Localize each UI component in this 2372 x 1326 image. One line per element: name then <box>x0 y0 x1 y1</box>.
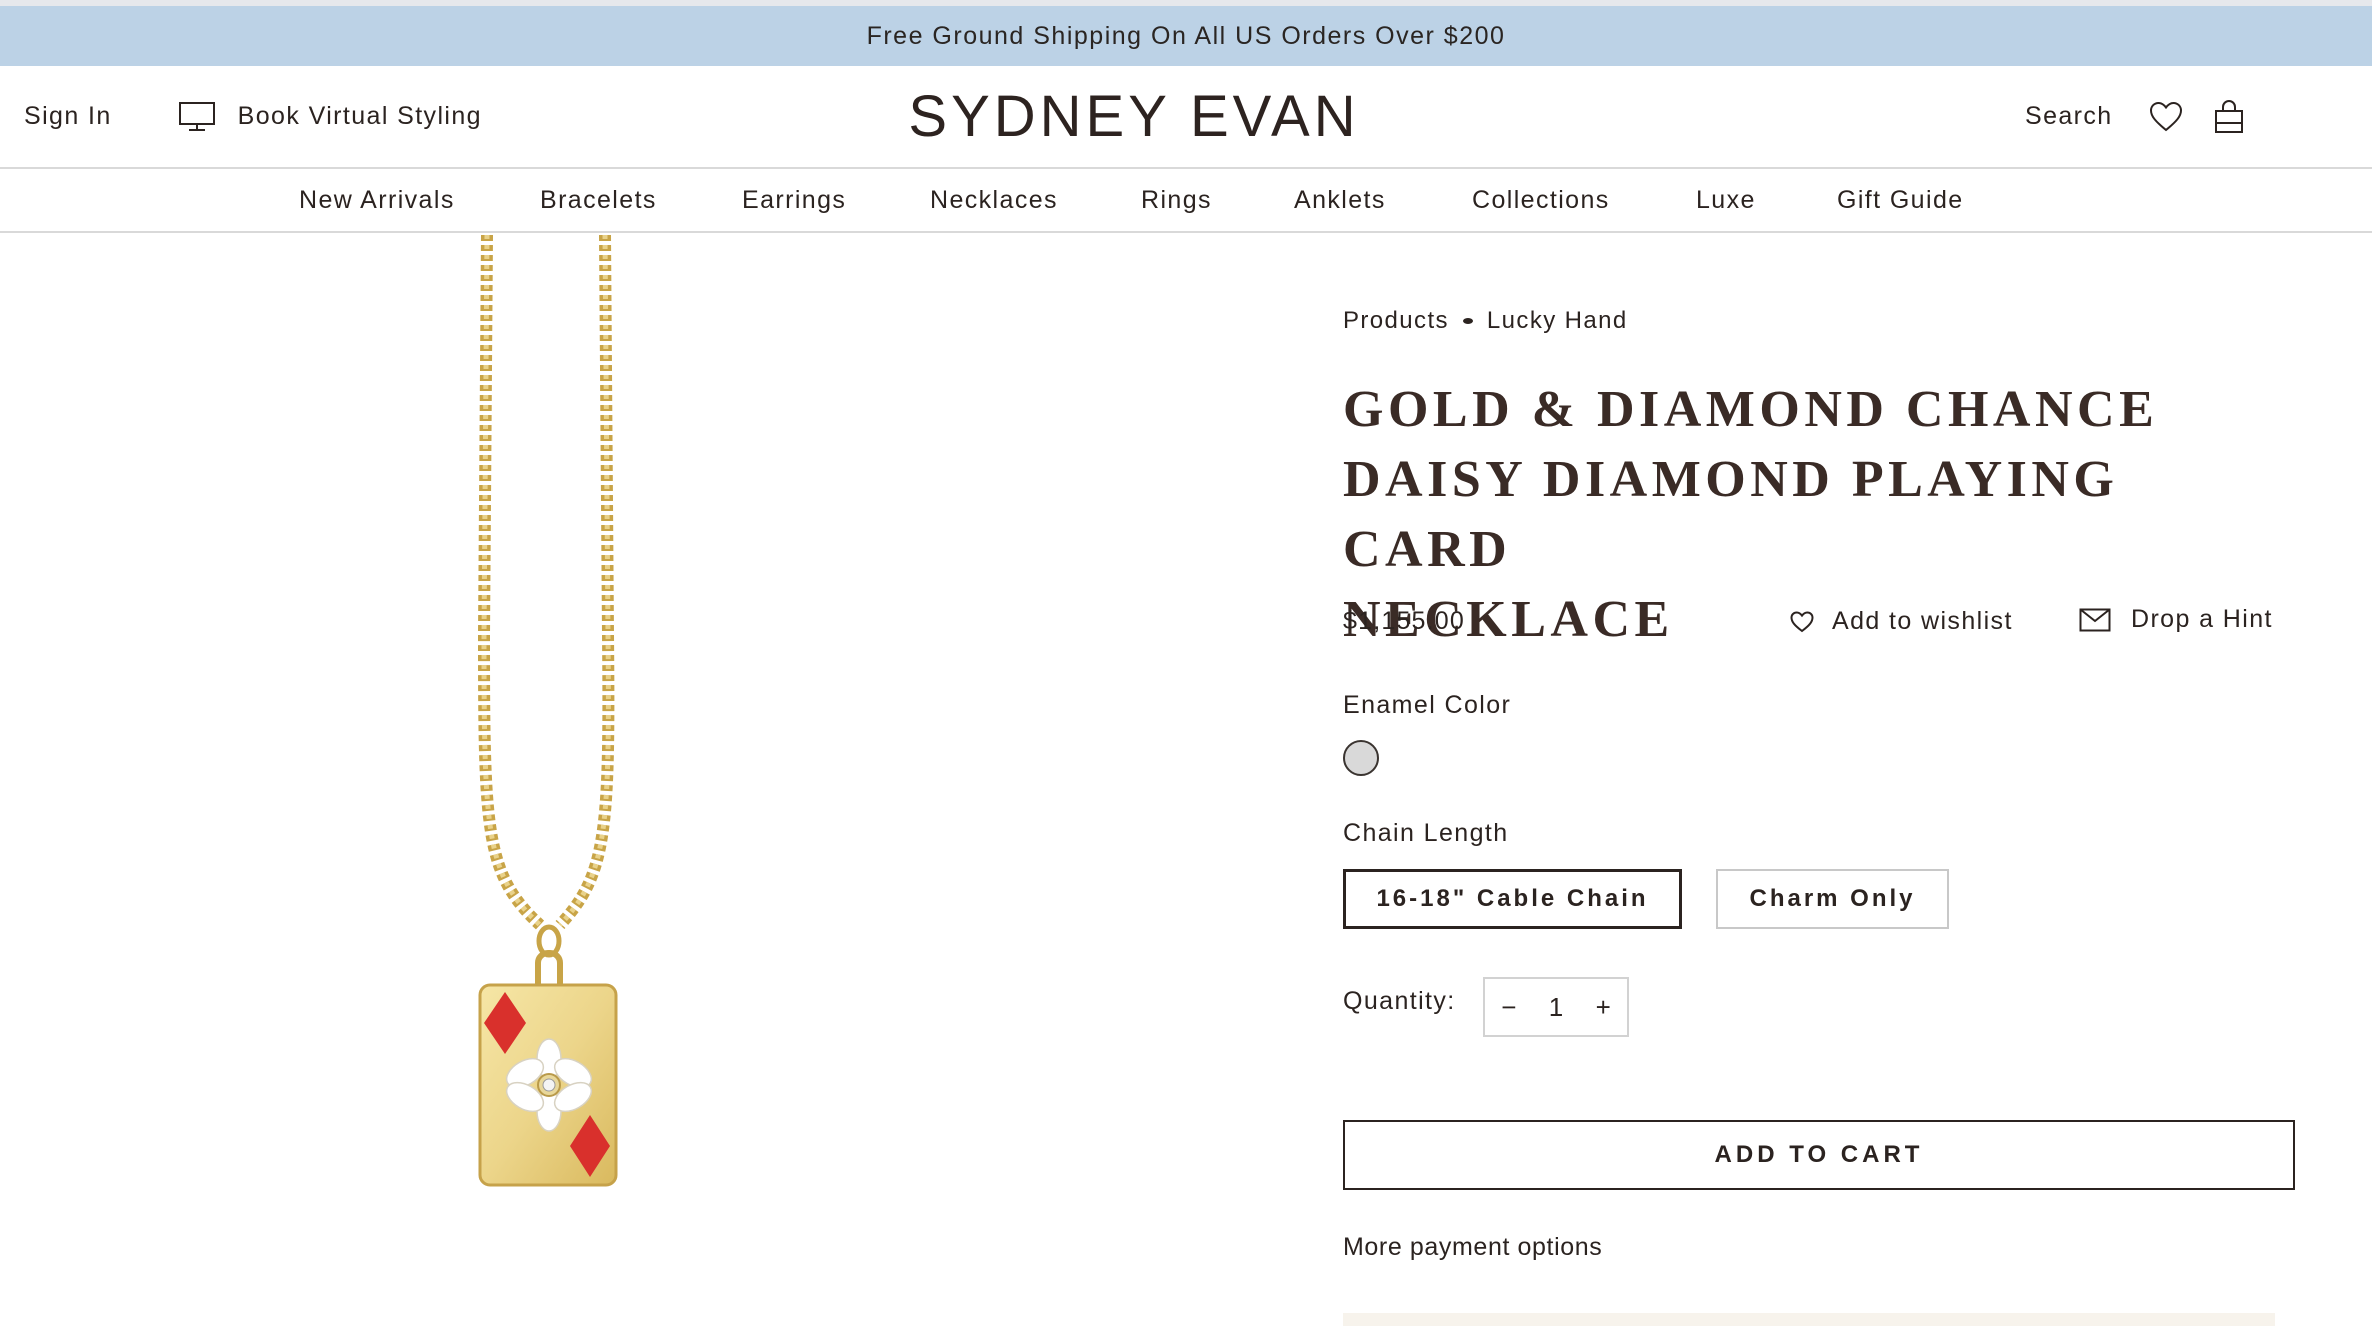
more-payment-options-link[interactable]: More payment options <box>1343 1233 1602 1262</box>
main-nav: New Arrivals Bracelets Earrings Necklace… <box>0 169 2372 233</box>
nav-bracelets[interactable]: Bracelets <box>540 169 657 231</box>
breadcrumb: Products Lucky Hand <box>1343 307 1628 335</box>
chain-option-charm-only[interactable]: Charm Only <box>1716 869 1949 929</box>
quantity-decrease-button[interactable]: − <box>1501 992 1516 1023</box>
promo-banner: Free Ground Shipping On All US Orders Ov… <box>0 6 2372 66</box>
add-to-cart-button[interactable]: ADD TO CART <box>1343 1120 2295 1190</box>
breadcrumb-separator <box>1462 318 1473 324</box>
breadcrumb-lucky-hand[interactable]: Lucky Hand <box>1487 307 1628 335</box>
site-logo[interactable]: SYDNEY EVAN <box>0 66 2268 167</box>
header-right: Search <box>2025 66 2245 167</box>
wishlist-label: Add to wishlist <box>1832 607 2013 635</box>
chain-length-label: Chain Length <box>1343 819 1509 847</box>
necklace-image <box>477 234 618 1187</box>
enamel-color-swatch[interactable] <box>1343 740 1379 776</box>
nav-necklaces[interactable]: Necklaces <box>930 169 1058 231</box>
heart-icon <box>2149 101 2182 131</box>
quantity-increase-button[interactable]: + <box>1596 992 1611 1023</box>
quantity-value[interactable]: 1 <box>1549 992 1563 1023</box>
quantity-stepper: − 1 + <box>1483 977 1629 1037</box>
product-price: $1,155.00 <box>1343 607 1466 635</box>
add-to-wishlist-button[interactable]: Add to wishlist <box>1790 607 2013 636</box>
enamel-color-label: Enamel Color <box>1343 691 1512 719</box>
drop-a-hint-button[interactable]: Drop a Hint <box>2079 605 2273 634</box>
nav-luxe[interactable]: Luxe <box>1696 169 1756 231</box>
envelope-icon <box>2079 608 2111 631</box>
product-title-line-1: GOLD & DIAMOND CHANCE <box>1343 381 2159 438</box>
breadcrumb-products[interactable]: Products <box>1343 307 1449 335</box>
nav-gift-guide[interactable]: Gift Guide <box>1837 169 1964 231</box>
quantity-label: Quantity: <box>1343 987 1456 1015</box>
chain-option-cable-chain[interactable]: 16-18" Cable Chain <box>1343 869 1682 929</box>
wishlist-heart-icon[interactable] <box>2149 101 2183 133</box>
bag-icon <box>2214 99 2243 133</box>
cart-bag-icon[interactable] <box>2213 99 2245 135</box>
nav-anklets[interactable]: Anklets <box>1294 169 1386 231</box>
promo-text: Free Ground Shipping On All US Orders Ov… <box>866 21 1506 50</box>
nav-earrings[interactable]: Earrings <box>742 169 846 231</box>
heart-icon <box>1790 610 1814 632</box>
product-gallery[interactable] <box>0 234 1200 1326</box>
product-title-line-2: DAISY DIAMOND PLAYING CARD <box>1343 451 2119 578</box>
hint-label: Drop a Hint <box>2131 605 2273 633</box>
nav-rings[interactable]: Rings <box>1141 169 1212 231</box>
search-link[interactable]: Search <box>2025 102 2113 131</box>
nav-new-arrivals[interactable]: New Arrivals <box>299 169 455 231</box>
site-header: Sign In Book Virtual Styling SYDNEY EVAN… <box>0 66 2372 169</box>
nav-collections[interactable]: Collections <box>1472 169 1610 231</box>
info-panel-edge <box>1343 1313 2275 1326</box>
